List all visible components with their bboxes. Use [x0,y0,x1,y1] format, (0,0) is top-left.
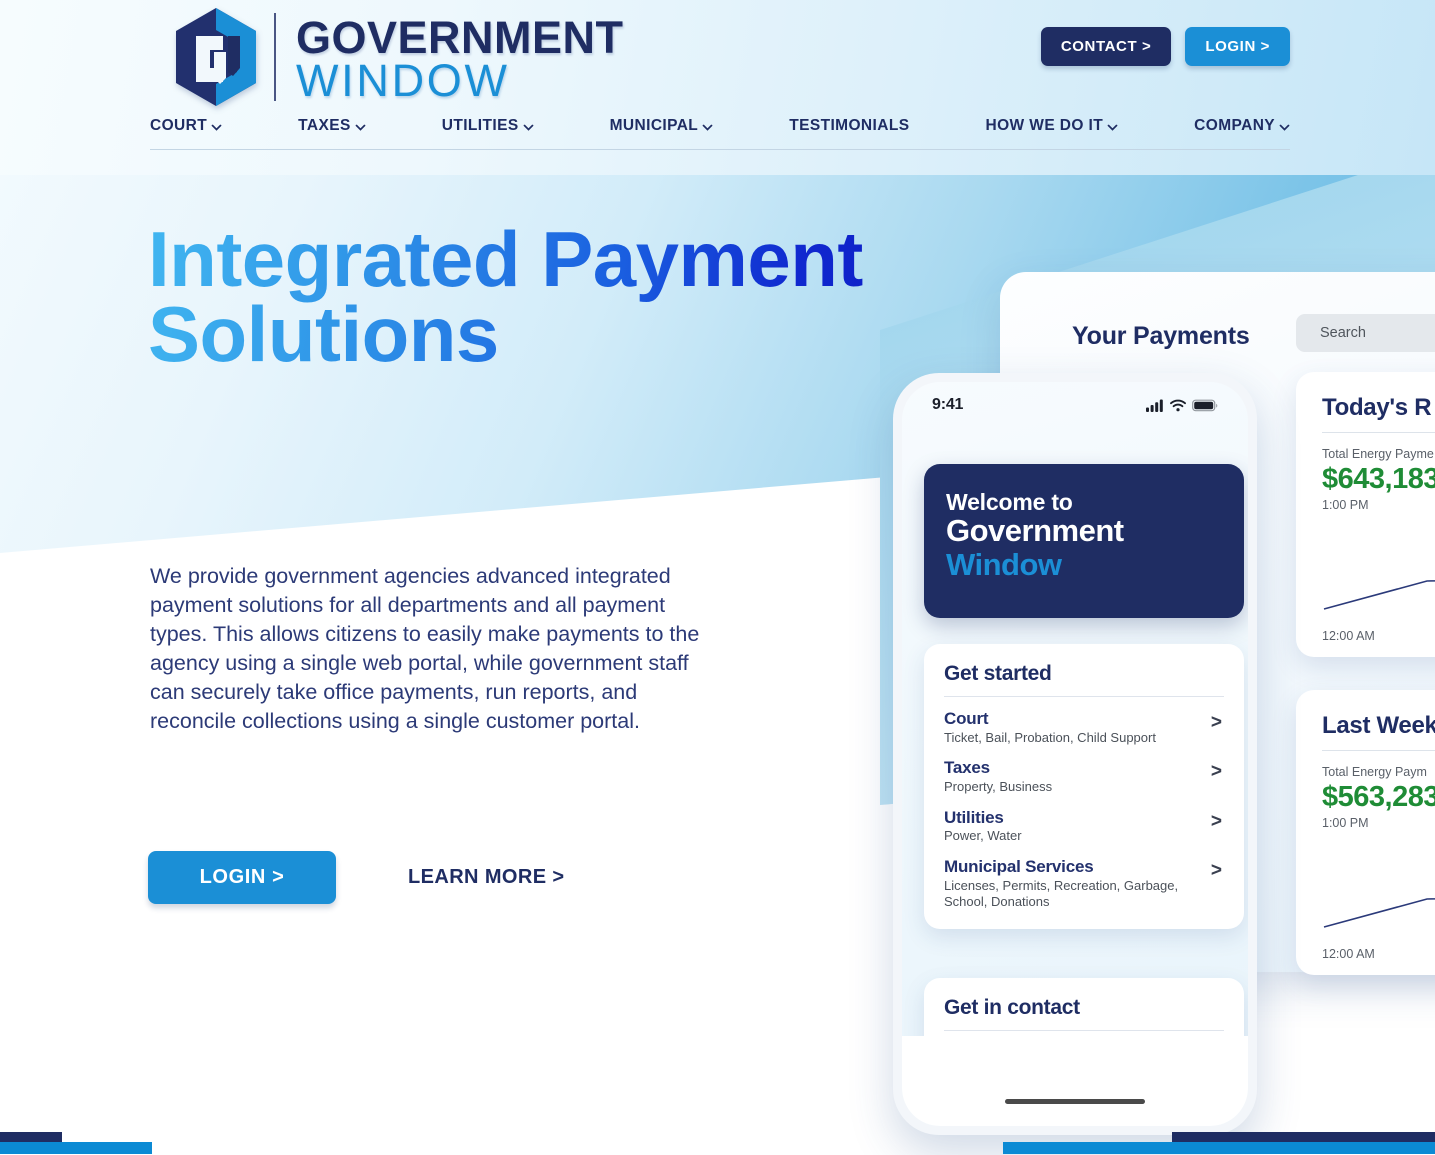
phone-screen: 9:41 Welcome to Government Window Get st… [902,382,1248,1126]
dashboard-card-amount-time: 1:00 PM [1322,498,1369,512]
divider [944,1030,1224,1031]
page-title-line-1: Integrated Payment [148,215,863,303]
chevron-down-icon [1107,122,1118,133]
chevron-down-icon [523,122,534,133]
footer-accent-bar-navy-left [0,1132,62,1142]
dashboard-card-sparkline [1323,580,1435,610]
chevron-down-icon [702,122,713,133]
list-item-title: Utilities [944,807,1004,827]
chevron-down-icon [211,122,222,133]
logo-word-government: GOVERNMENT [296,12,624,63]
hero-login-button[interactable]: LOGIN > [148,851,336,904]
chevron-down-icon [355,122,366,133]
nav-label-company: COMPANY [1194,117,1276,134]
dashboard-card-amount-time: 1:00 PM [1322,816,1369,830]
get-started-heading: Get started [944,662,1052,685]
dashboard-card-axis-start: 12:00 AM [1322,629,1375,643]
dashboard-card-sparkline [1323,898,1435,928]
page-root: GOVERNMENT WINDOW CONTACT > LOGIN > COUR… [0,0,1435,1155]
get-in-contact-heading: Get in contact [944,996,1080,1019]
wifi-icon [1170,399,1186,411]
hero-paragraph: We provide government agencies advanced … [150,564,700,734]
logo-divider [274,13,276,101]
get-started-card: Get started Court Ticket, Bail, Probatio… [924,644,1244,930]
nav-item-testimonials[interactable]: TESTIMONIALS [789,117,909,135]
dashboard-card-metric-label: Total Energy Paym [1322,765,1427,779]
get-started-item-court[interactable]: Court Ticket, Bail, Probation, Child Sup… [944,709,1224,745]
gw-hexagon-logo-icon [176,8,256,106]
nav-label-utilities: UTILITIES [441,117,519,134]
dashboard-card-title: Last Week [1322,712,1435,739]
phone-mockup: 9:41 Welcome to Government Window Get st… [893,373,1257,1135]
footer-accent-bar-navy-right [1172,1132,1435,1142]
phone-status-bar: 9:41 [902,382,1248,428]
dashboard-card-today: Today's R Total Energy Payme $643,183 1:… [1296,372,1435,657]
hero-cta-group: LOGIN > LEARN MORE > [148,851,564,904]
login-button[interactable]: LOGIN > [1185,27,1290,66]
nav-item-court[interactable]: COURT [150,117,222,135]
nav-label-court: COURT [150,117,208,134]
cellular-signal-icon [1146,399,1163,412]
status-bar-icons [1146,399,1218,412]
list-item-title: Court [944,709,989,728]
phone-welcome-card: Welcome to Government Window [924,464,1244,618]
nav-label-how-we-do-it: HOW WE DO IT [985,117,1104,134]
dashboard-search-input[interactable]: Search [1296,314,1435,352]
home-indicator[interactable] [1005,1099,1145,1104]
battery-icon [1192,399,1218,411]
list-item-description: Power, Water [944,828,1022,844]
dashboard-card-amount: $643,183 [1322,463,1435,495]
divider [1322,432,1435,433]
phone-bottom-area [902,1036,1248,1126]
chevron-down-icon [1279,122,1290,133]
get-started-item-municipal-services[interactable]: Municipal Services Licenses, Permits, Re… [944,857,1224,909]
site-header: GOVERNMENT WINDOW CONTACT > LOGIN > COUR… [0,0,1435,160]
nav-item-how-we-do-it[interactable]: HOW WE DO IT [986,117,1119,135]
chevron-right-icon: > [1210,761,1222,783]
chevron-right-icon: > [1210,860,1222,882]
welcome-line-1: Welcome to [946,489,1073,515]
divider [1322,750,1435,751]
get-started-item-utilities[interactable]: Utilities Power, Water > [944,808,1224,844]
nav-item-taxes[interactable]: TAXES [298,117,366,135]
footer-accent-bar-blue-right [1003,1142,1435,1154]
dashboard-card-title: Today's R [1322,394,1432,421]
logo-word-window: WINDOW [296,55,510,106]
nav-label-taxes: TAXES [298,117,351,134]
dashboard-card-metric-label: Total Energy Payme [1322,447,1434,461]
dashboard-title: Your Payments [1072,322,1250,350]
nav-item-utilities[interactable]: UTILITIES [442,117,534,135]
contact-button[interactable]: CONTACT > [1040,27,1172,66]
status-bar-time: 9:41 [932,396,964,413]
nav-item-company[interactable]: COMPANY [1194,117,1290,135]
page-title: Integrated Payment Solutions [148,222,948,372]
list-item-title: Taxes [944,758,990,778]
dashboard-card-last-week: Last Week Total Energy Paym $563,283 1:0… [1296,690,1435,975]
welcome-line-3: Window [946,546,1062,582]
dashboard-card-axis-start: 12:00 AM [1322,947,1375,961]
page-title-line-2: Solutions [148,289,499,378]
divider [944,696,1224,697]
logo-wordmark: GOVERNMENT WINDOW [296,11,624,103]
header-actions: CONTACT > LOGIN > [1040,27,1290,66]
get-started-item-taxes[interactable]: Taxes Property, Business > [944,758,1224,794]
dashboard-card-amount: $563,283 [1322,781,1435,813]
footer-accent-bar-blue-left [0,1142,152,1154]
hero-learn-more-link[interactable]: LEARN MORE > [408,866,564,889]
nav-label-municipal: MUNICIPAL [609,117,699,134]
nav-label-testimonials: TESTIMONIALS [789,117,910,134]
main-navigation: COURT TAXES UTILITIES MUNICIPAL TESTIMON… [150,117,1290,150]
nav-item-municipal[interactable]: MUNICIPAL [610,117,714,135]
list-item-description: Property, Business [944,778,1053,794]
list-item-title: Municipal Services [944,857,1094,877]
list-item-description: Licenses, Permits, Recreation, Garbage, … [944,877,1179,909]
welcome-line-2: Government [946,513,1124,549]
list-item-description: Ticket, Bail, Probation, Child Support [944,729,1156,745]
chevron-right-icon: > [1210,712,1222,733]
site-logo[interactable]: GOVERNMENT WINDOW [170,6,624,108]
chevron-right-icon: > [1210,810,1222,832]
